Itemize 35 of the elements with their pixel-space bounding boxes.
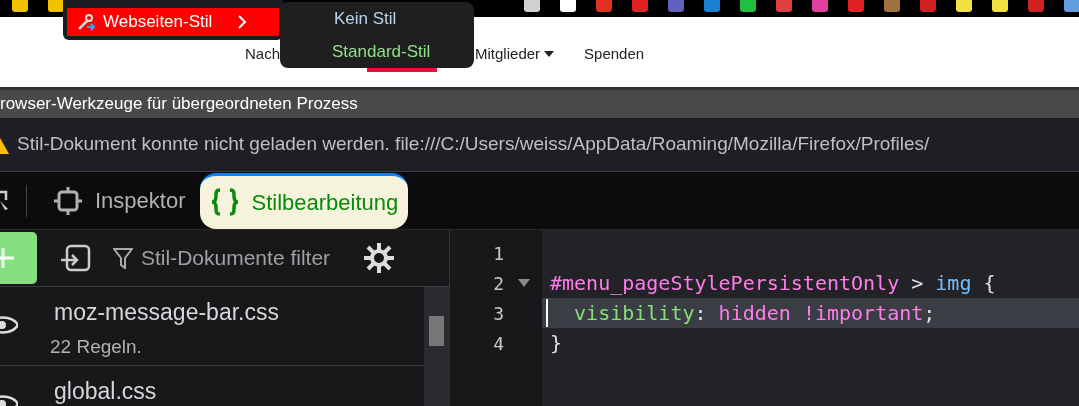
add-button[interactable] [0,232,37,284]
code-line: } [549,330,564,357]
nav-link[interactable]: Spenden [584,43,645,66]
submenu-item[interactable]: Kein Stil [334,5,474,31]
scrollbar-thumb[interactable] [429,316,444,346]
line-number: 4 [492,331,504,356]
nav-link[interactable]: Nach [245,43,281,66]
braces-icon [209,187,240,217]
nav-link[interactable]: Mitglieder [475,43,555,66]
devtools-tab[interactable]: Inspektor [43,172,196,229]
notification-text: Stil-Dokument konnte nicht geladen werden. file:///C:/Users/weiss/AppData/Roaming/Mozilla/Firefox/Profiles/ [17,132,930,157]
chevron-right-icon [238,15,248,29]
rule-count: 22 Regeln. [50,335,143,359]
inspector-icon [53,185,83,216]
import-icon[interactable] [59,244,91,272]
devtools-tab[interactable]: Stilbearbeitung [199,172,409,229]
style-sheet-name: moz-message-bar.css [54,298,279,327]
filter-field[interactable]: Stil-Dokumente filter [113,242,343,274]
bookmark-icon[interactable] [48,0,64,12]
line-number: 1 [492,241,504,266]
eye-icon[interactable] [0,315,18,335]
line-number: 3 [492,301,504,326]
line-number: 2 [492,271,504,296]
style-sheet-name: global.css [54,377,157,406]
code-line: #menu_pageStylePersistentOnly > img { [549,270,997,297]
settings-icon[interactable] [363,242,395,274]
text-cursor [546,299,548,327]
fold-arrow-icon[interactable] [518,279,530,287]
menu-item[interactable]: Webseiten-Stil [67,8,279,36]
window-title: rowser-Werkzeuge für übergeordneten Prozess [0,93,358,116]
plus-icon [0,248,16,268]
filter-icon [113,247,133,269]
caret-icon [544,51,555,58]
submenu-item[interactable]: Standard-Stil [332,39,474,65]
wrench-icon [77,13,95,31]
